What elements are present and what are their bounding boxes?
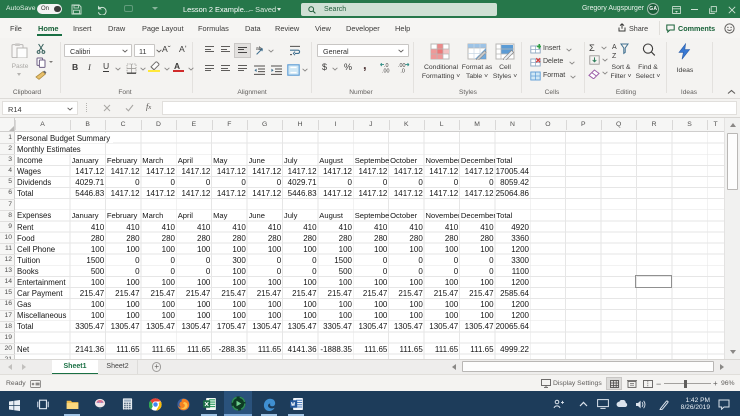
svg-text:ab: ab — [256, 46, 262, 52]
svg-text:Z: Z — [612, 53, 617, 59]
svg-text:A: A — [612, 44, 617, 51]
svg-text:.0: .0 — [400, 68, 405, 73]
svg-text:.00: .00 — [382, 68, 390, 73]
